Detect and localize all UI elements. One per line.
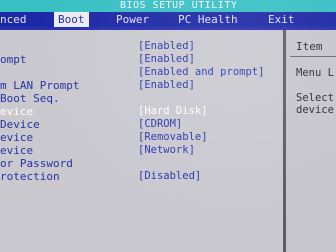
setting-label: Device [0, 118, 40, 131]
setting-value[interactable]: [Enabled] [138, 79, 195, 92]
bios-screen: BIOS SETUP UTILITY nced Boot Power PC He… [0, 0, 336, 252]
help-panel [286, 30, 336, 252]
setting-value[interactable]: [Network] [138, 144, 195, 157]
menu-item-power[interactable]: Power [116, 12, 149, 27]
help-text: Menu L [296, 67, 334, 79]
setting-value-selected[interactable]: [Hard Disk] [138, 105, 208, 118]
setting-value[interactable]: [Removable] [138, 131, 208, 144]
setting-label: evice [0, 131, 34, 144]
help-divider [290, 56, 336, 57]
section-label-boot-seq: Boot Seq. [0, 92, 60, 105]
setting-label: evice [0, 144, 34, 157]
setting-label: m LAN Prompt [0, 79, 80, 92]
menu-item-boot[interactable]: Boot [54, 12, 89, 27]
setting-value[interactable]: [Enabled and prompt] [138, 66, 264, 79]
help-heading: Item [296, 40, 323, 53]
window-title: BIOS SETUP UTILITY [120, 0, 238, 11]
setting-value[interactable]: [Enabled] [138, 40, 195, 53]
settings-panel: [Enabled] ompt [Enabled] [Enabled and pr… [0, 30, 283, 252]
menu-item-exit[interactable]: Exit [268, 12, 295, 27]
setting-value[interactable]: [Disabled] [138, 170, 201, 183]
setting-label-selected[interactable]: evice [0, 105, 33, 118]
setting-value[interactable]: [Enabled] [138, 53, 195, 66]
setting-label-password[interactable]: or Password [0, 157, 73, 170]
menu-item-advanced[interactable]: nced [0, 12, 27, 27]
setting-label: ompt [0, 53, 27, 66]
help-text: device [296, 104, 334, 116]
setting-label: rotection [0, 170, 60, 183]
setting-value[interactable]: [CDROM] [138, 118, 182, 131]
menu-item-pc-health[interactable]: PC Health [178, 12, 238, 27]
